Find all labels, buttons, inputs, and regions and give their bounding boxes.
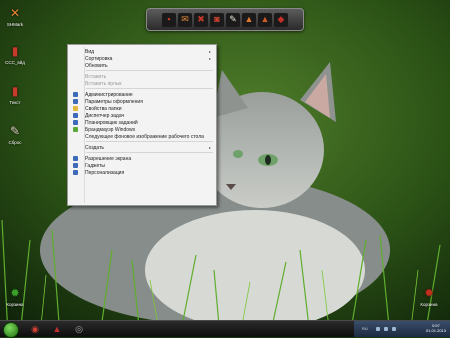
context-menu-item-label: Гаджеты [85,162,105,169]
desktop-icon-label: Корзина [420,302,438,307]
menu-item-icon [73,163,78,168]
document-icon: ▮ [11,44,19,58]
clock[interactable]: 0:57 01.01.2013 [426,323,446,333]
context-menu-item[interactable]: Обновить [69,62,215,69]
context-menu-item[interactable]: Администрирование [69,91,215,98]
context-menu-item-label: Свойства папки [85,105,122,112]
green-bug-icon: ✹ [9,286,21,300]
taskbar-icon-2[interactable]: ▲ [52,324,62,334]
context-menu-item-label: Персонализация [85,169,125,176]
context-menu-item[interactable]: Вид ▸ [69,48,215,55]
desktop-icon-label: Сброс [8,140,22,145]
context-menu-item[interactable]: Создать ▸ [69,144,215,151]
dock-icon-3[interactable]: ✖ [194,12,208,27]
context-menu-item[interactable]: Диспетчер задач [69,112,215,119]
tray-network-icon[interactable] [384,327,388,331]
context-menu-item[interactable]: Параметры оформления [69,98,215,105]
context-menu-item[interactable]: Свойства папки [69,105,215,112]
context-menu-item[interactable]: Планировщик заданий [69,119,215,126]
context-menu-item[interactable]: Гаджеты [69,162,215,169]
context-menu-item-label: Создать [85,144,105,151]
tray-volume-icon[interactable] [392,327,396,331]
dock-icon-6[interactable]: ▲ [242,12,256,27]
context-menu-item[interactable]: Следующее фоновое изображение рабочего с… [69,133,215,140]
taskbar-icon-3[interactable]: ◎ [74,324,84,334]
orange-x-icon: ✕ [9,6,21,20]
taskbar: ◉ ▲ ◎ RU 0:57 01.01.2013 [0,320,450,338]
context-menu-item[interactable]: Брандмауэр Windows [69,126,215,133]
context-menu-item[interactable]: Вставить ярлык [69,80,215,87]
desktop-icon-label: SHMark [6,22,24,27]
menu-separator [86,141,213,142]
desktop-icon-doc-3[interactable]: ✎ Сброс [1,124,29,145]
menu-item-icon [73,106,78,111]
context-menu-item-label: Брандмауэр Windows [85,126,136,133]
menu-separator [86,88,213,89]
dock-icon-4[interactable]: ◙ [210,12,224,27]
context-menu-item[interactable]: Разрешение экрана [69,155,215,162]
menu-item-icon [73,99,78,104]
context-menu-item-label: Вставить [85,73,107,80]
context-menu-item[interactable]: Вставить [69,73,215,80]
menu-separator [86,70,213,71]
context-menu-item-label: Следующее фоновое изображение рабочего с… [85,133,204,140]
desktop-context-menu: Вид ▸ Сортировка ▸ Обновить Вставить Вставить … [67,44,217,206]
clock-date: 01.01.2013 [425,328,446,333]
menu-item-icon [73,120,78,125]
taskbar-icon-1[interactable]: ◉ [30,324,40,334]
context-menu-item-label: Параметры оформления [85,98,143,105]
submenu-arrow-icon: ▸ [208,145,211,150]
menu-item-icon [73,127,78,132]
menu-separator [86,152,213,153]
context-menu-item[interactable]: Сортировка ▸ [69,55,215,62]
desktop-icon-doc-1[interactable]: ▮ ССС_вйд [1,44,29,65]
menu-item-icon [73,113,78,118]
submenu-arrow-icon: ▸ [208,49,211,54]
context-menu-item-label: Диспетчер задач [85,112,125,119]
pencil-document-icon: ✎ [9,124,21,138]
menu-item-icon [73,156,78,161]
context-menu-item-label: Сортировка [85,55,113,62]
tray-flag-icon[interactable] [376,327,380,331]
dock-icon-5[interactable]: ✎ [226,12,240,27]
desktop-icon-orange-x[interactable]: ✕ SHMark [1,6,29,27]
dock-icon-1[interactable]: ▪ [162,12,176,27]
dock-icon-8[interactable]: ◆ [274,12,288,27]
context-menu-item-label: Вид [85,48,95,55]
desktop-icon-label: Текст [9,100,21,105]
desktop-icon-doc-2[interactable]: ▮ Текст [1,84,29,105]
dock-icon-7[interactable]: ▲ [258,12,272,27]
context-menu-item-label: Обновить [85,62,108,69]
system-tray: RU 0:57 01.01.2013 [354,321,450,337]
top-dock: ▪ ✉ ✖ ◙ ✎ ▲ ▲ ◆ [146,8,304,31]
document-icon: ▮ [11,84,19,98]
context-menu-item[interactable]: Персонализация [69,169,215,176]
desktop-icon-label: ССС_вйд [5,60,25,65]
menu-item-icon [73,170,78,175]
menu-item-icon [73,92,78,97]
context-menu-item-label: Вставить ярлык [85,80,122,87]
red-bug-icon: ✹ [423,286,435,300]
dock-icon-2[interactable]: ✉ [178,12,192,27]
desktop-icon-green-bug[interactable]: ✹ Корзина [1,286,29,307]
desktop-icon-red-bug[interactable]: ✹ Корзина [415,286,443,307]
context-menu-item-label: Разрешение экрана [85,155,132,162]
context-menu-item-label: Планировщик заданий [85,119,138,126]
submenu-arrow-icon: ▸ [208,56,211,61]
desktop-icon-label: Корзина [6,302,24,307]
context-menu-item-label: Администрирование [85,91,133,98]
language-indicator[interactable]: RU [362,326,368,331]
